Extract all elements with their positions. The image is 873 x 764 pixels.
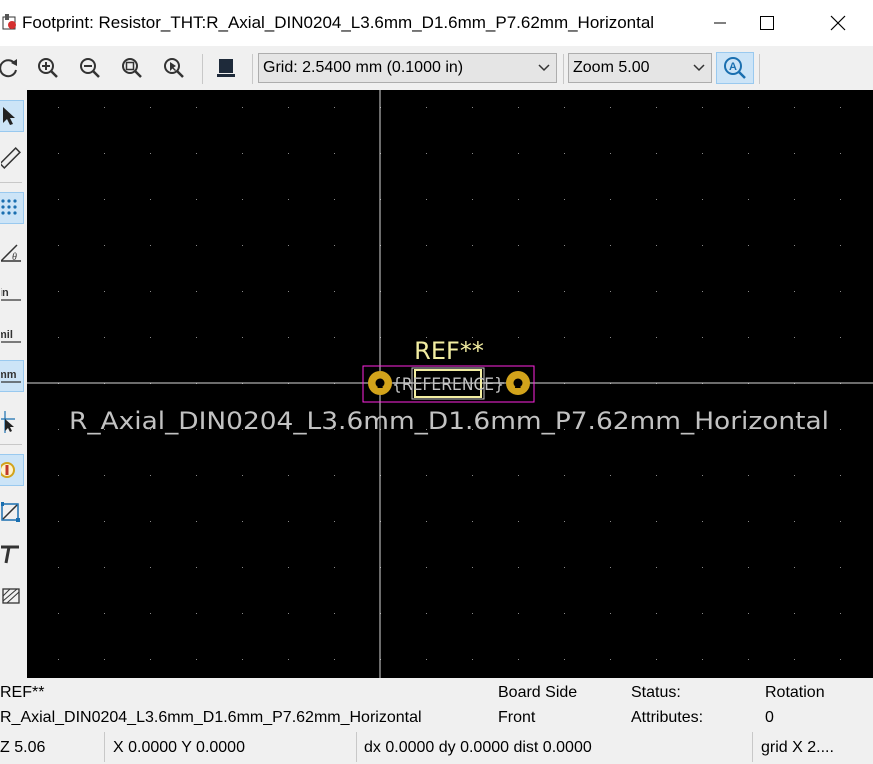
footprint-value-text[interactable]: R_Axial_DIN0204_L3.6mm_D1.6mm_P7.62mm_Ho… [69, 407, 829, 435]
text-outline-button[interactable] [0, 538, 24, 570]
pad-2-number: 2 [514, 377, 522, 391]
zoom-select-value: Zoom 5.00 [573, 59, 650, 76]
title-bar: Footprint: Resistor_THT:R_Axial_DIN0204_… [0, 0, 873, 46]
main-toolbar: Grid: 2.5400 mm (0.1000 in) Zoom 5.00 A [0, 46, 873, 90]
pad-outline-icon [0, 462, 15, 478]
toolbar-separator [0, 182, 22, 183]
status-divider [104, 732, 105, 762]
zoom-fit-button[interactable] [118, 54, 146, 82]
zoom-selection-icon [164, 58, 184, 78]
toolbar-separator [202, 54, 203, 84]
mm-units-icon: mm [0, 369, 21, 383]
grid-dots-icon [0, 199, 17, 215]
msg-rotation-label: Rotation [765, 684, 825, 701]
msg-status-label: Status: [631, 684, 681, 701]
status-cursor-xy: X 0.0000 Y 0.0000 [113, 739, 245, 756]
layer-icon [217, 59, 235, 77]
cursor-arrow-icon [2, 107, 15, 125]
svg-text:mil: mil [1, 329, 13, 341]
msg-board-side-value: Front [498, 709, 536, 726]
polar-coords-button[interactable]: θ [0, 236, 24, 268]
msg-footprint-value: R_Axial_DIN0204_L3.6mm_D1.6mm_P7.62mm_Ho… [0, 709, 422, 726]
status-divider [752, 732, 753, 762]
inch-units-icon: in [1, 287, 21, 301]
pad-1-number: 1 [376, 377, 384, 391]
show-3d-outline-button[interactable] [0, 580, 24, 612]
status-grid: grid X 2.... [761, 739, 834, 756]
canvas-drawing: 1 2 {REFERENCE} REF** R_Axial_DIN0204_L3… [27, 90, 873, 678]
status-delta: dx 0.0000 dy 0.0000 dist 0.0000 [364, 739, 592, 756]
svg-text:A: A [729, 61, 737, 73]
redraw-icon [0, 59, 17, 78]
zoom-out-button[interactable] [76, 54, 104, 82]
reference-designator-text[interactable]: REF** [414, 337, 484, 365]
toolbar-separator [563, 54, 564, 84]
msg-ref-value: REF** [0, 684, 45, 701]
select-tool-button[interactable] [0, 100, 24, 132]
maximize-icon [760, 16, 774, 30]
outline-pattern-icon [2, 588, 20, 604]
minimize-button[interactable] [697, 0, 743, 46]
msg-attributes-label: Attributes: [631, 709, 704, 726]
grid-select-value: Grid: 2.5400 mm (0.1000 in) [263, 59, 464, 76]
minimize-icon [714, 22, 726, 24]
zoom-select[interactable]: Zoom 5.00 [568, 53, 712, 83]
close-button[interactable] [815, 0, 861, 46]
cursor-style-button[interactable] [0, 406, 24, 438]
measure-tool-button[interactable] [0, 142, 24, 174]
window-title: Footprint: Resistor_THT:R_Axial_DIN0204_… [22, 13, 655, 32]
left-toolbar: θ in mil mm [0, 90, 27, 678]
graphic-outline-button[interactable] [0, 496, 24, 528]
polar-coordinates-icon: θ [1, 244, 21, 263]
graphic-outline-icon [1, 502, 20, 522]
units-mm-button[interactable]: mm [0, 360, 24, 392]
chevron-down-icon [687, 64, 711, 72]
pad-sketch-toggle-button[interactable] [0, 454, 24, 486]
pad-1[interactable]: 1 [368, 371, 392, 395]
redraw-button[interactable] [0, 54, 22, 82]
units-inch-button[interactable]: in [0, 278, 24, 310]
units-mil-button[interactable]: mil [0, 320, 24, 352]
footprint-canvas[interactable]: 1 2 {REFERENCE} REF** R_Axial_DIN0204_L3… [27, 90, 873, 678]
msg-rotation-value: 0 [765, 709, 774, 726]
close-icon [830, 15, 846, 31]
autozoom-icon: A [724, 57, 746, 79]
grid-select[interactable]: Grid: 2.5400 mm (0.1000 in) [258, 53, 557, 83]
msg-board-side-label: Board Side [498, 684, 578, 701]
status-divider [356, 732, 357, 762]
toolbar-separator [0, 444, 22, 445]
full-crosshair-icon [1, 411, 15, 433]
mil-units-icon: mil [1, 329, 21, 343]
status-zoom: Z 5.06 [0, 739, 46, 756]
message-panel: REF** R_Axial_DIN0204_L3.6mm_D1.6mm_P7.6… [0, 678, 873, 764]
toolbar-separator [759, 54, 760, 84]
zoom-in-icon [38, 58, 58, 78]
zoom-selection-button[interactable] [160, 54, 188, 82]
app-icon [2, 13, 18, 31]
maximize-button[interactable] [744, 0, 790, 46]
svg-text:mm: mm [1, 369, 17, 381]
text-outline-icon [1, 545, 19, 564]
svg-text:in: in [1, 287, 9, 299]
grid-toggle-button[interactable] [0, 192, 24, 224]
svg-text:θ: θ [12, 252, 17, 263]
ruler-icon [1, 147, 21, 169]
chevron-down-icon [532, 64, 556, 72]
zoom-out-icon [80, 58, 100, 78]
autozoom-toggle-button[interactable]: A [716, 52, 754, 84]
layer-pair-button[interactable] [212, 54, 240, 82]
zoom-in-button[interactable] [34, 54, 62, 82]
zoom-fit-icon [122, 58, 142, 78]
pad-2[interactable]: 2 [506, 371, 530, 395]
fab-reference-text: {REFERENCE} [392, 375, 504, 395]
toolbar-separator [252, 54, 253, 84]
